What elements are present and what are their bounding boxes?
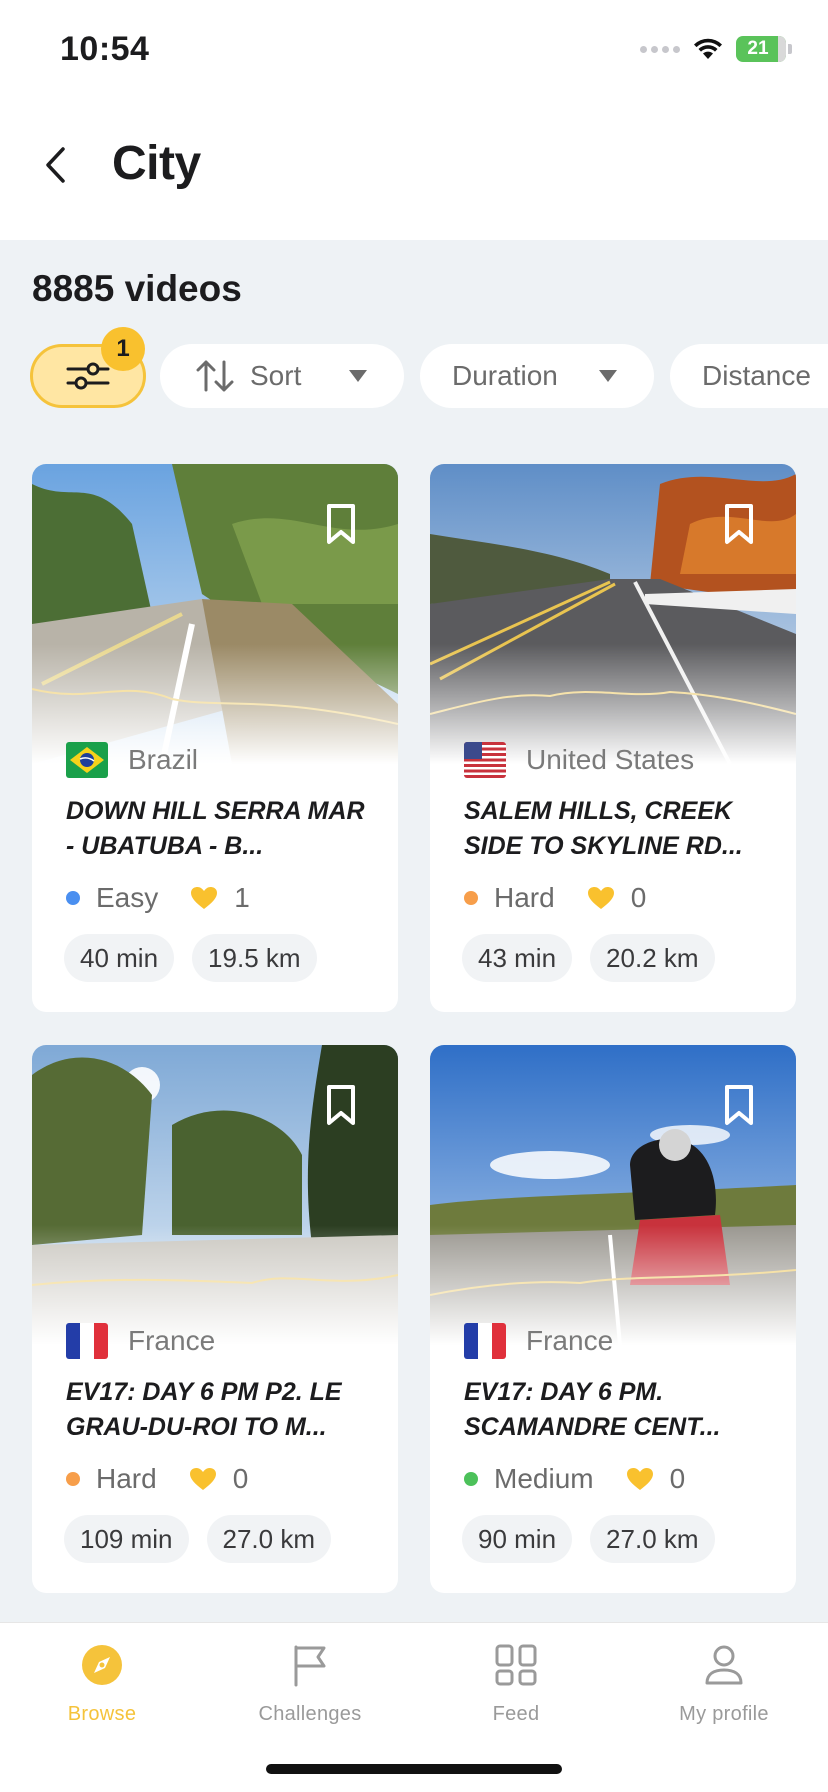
status-bar: 10:54 21: [0, 0, 828, 100]
likes-count: 0: [630, 882, 647, 913]
tab-label: My profile: [679, 1703, 769, 1725]
heart-icon: [189, 1468, 216, 1490]
distance-label: Distance: [702, 360, 811, 391]
country-row: France: [464, 1323, 613, 1359]
tab-challenges[interactable]: Challenges: [220, 1643, 400, 1743]
country-name: United States: [526, 744, 695, 775]
stats-pills: 43 min 20.2 km: [462, 934, 715, 982]
difficulty-dot: [464, 1472, 478, 1486]
difficulty-label: Hard: [494, 882, 555, 913]
country-name: France: [128, 1325, 216, 1356]
page-title: City: [112, 137, 201, 190]
duration-pill: 109 min: [64, 1515, 189, 1563]
difficulty-dot: [464, 891, 478, 905]
back-button[interactable]: [36, 140, 76, 190]
flag-france-icon: [464, 1323, 506, 1359]
page-header: City: [0, 100, 828, 240]
heart-icon: [587, 887, 614, 909]
country-name: France: [526, 1325, 614, 1356]
sort-dropdown[interactable]: Sort: [160, 344, 404, 408]
bookmark-icon[interactable]: [722, 502, 756, 548]
flag-usa-icon: [464, 742, 506, 778]
video-card[interactable]: United States SALEM HILLS, CREEK SIDE TO…: [430, 464, 796, 1012]
sort-label: Sort: [250, 360, 302, 391]
duration-label: Duration: [452, 360, 558, 391]
likes-count: 0: [669, 1463, 686, 1494]
cellular-signal-icon: [640, 45, 680, 53]
duration-dropdown[interactable]: Duration: [420, 344, 654, 408]
caret-down-icon: [349, 370, 367, 382]
distance-pill: 27.0 km: [206, 1515, 331, 1563]
tab-label: Feed: [492, 1703, 540, 1725]
distance-pill: 27.0 km: [590, 1515, 715, 1563]
chevron-left-icon: [46, 147, 65, 183]
flag-brazil-icon: [66, 742, 108, 778]
video-meta: Medium 0: [464, 1463, 685, 1495]
compass-icon: [82, 1645, 122, 1685]
video-thumbnail: [32, 1045, 398, 1345]
stats-pills: 109 min 27.0 km: [64, 1515, 331, 1563]
video-title: EV17: DAY 6 PM. SCAMANDRE CENT...: [464, 1378, 721, 1441]
tab-feed[interactable]: Feed: [426, 1643, 606, 1743]
battery-tip: [788, 44, 792, 54]
video-thumbnail: [430, 1045, 796, 1345]
battery-level: 21: [747, 38, 769, 59]
sliders-icon: [66, 362, 110, 390]
heart-icon: [191, 887, 218, 909]
video-thumbnail: [32, 464, 398, 764]
video-title: DOWN HILL SERRA MAR - UBATUBA - B...: [66, 797, 365, 860]
country-row: Brazil: [66, 742, 198, 778]
video-card[interactable]: Brazil DOWN HILL SERRA MAR - UBATUBA - B…: [32, 464, 398, 1012]
difficulty-dot: [66, 891, 80, 905]
flag-france-icon: [66, 1323, 108, 1359]
video-card[interactable]: France EV17: DAY 6 PM. SCAMANDRE CENT...…: [430, 1045, 796, 1593]
video-meta: Hard 0: [464, 882, 646, 914]
bookmark-icon[interactable]: [324, 1083, 358, 1129]
filter-chips-row: 1 Sort Duration Distance: [30, 327, 828, 408]
tab-browse[interactable]: Browse: [12, 1643, 192, 1743]
bookmark-icon[interactable]: [722, 1083, 756, 1129]
country-name: Brazil: [128, 744, 199, 775]
video-meta: Easy 1: [66, 882, 250, 914]
status-icons: 21: [640, 34, 792, 64]
tab-label: Challenges: [258, 1703, 362, 1725]
sort-arrows-icon: [196, 360, 234, 392]
bookmark-icon[interactable]: [324, 502, 358, 548]
grid-icon: [495, 1644, 537, 1686]
stats-pills: 90 min 27.0 km: [462, 1515, 715, 1563]
duration-pill: 40 min: [64, 934, 175, 982]
stats-pills: 40 min 19.5 km: [64, 934, 317, 982]
distance-pill: 20.2 km: [590, 934, 715, 982]
likes-count: 0: [232, 1463, 249, 1494]
country-row: France: [66, 1323, 215, 1359]
battery-indicator: 21: [736, 36, 786, 62]
tab-label: Browse: [67, 1703, 137, 1725]
difficulty-dot: [66, 1472, 80, 1486]
duration-pill: 43 min: [462, 934, 573, 982]
difficulty-label: Hard: [96, 1463, 157, 1494]
video-card[interactable]: France EV17: DAY 6 PM P2. LE GRAU-DU-ROI…: [32, 1045, 398, 1593]
likes-count: 1: [234, 882, 250, 913]
heart-icon: [626, 1468, 653, 1490]
country-row: United States: [464, 742, 694, 778]
wifi-icon: [694, 38, 722, 59]
distance-pill: 19.5 km: [192, 934, 317, 982]
distance-dropdown[interactable]: Distance: [670, 344, 828, 408]
caret-down-icon: [599, 370, 617, 382]
video-title: EV17: DAY 6 PM P2. LE GRAU-DU-ROI TO M..…: [66, 1378, 342, 1441]
flag-icon: [294, 1645, 326, 1687]
person-icon: [705, 1645, 743, 1685]
difficulty-label: Easy: [96, 882, 159, 913]
status-time: 10:54: [60, 30, 150, 68]
filter-button[interactable]: 1: [30, 327, 146, 408]
duration-pill: 90 min: [462, 1515, 573, 1563]
home-indicator: [266, 1764, 562, 1774]
video-count: 8885 videos: [32, 268, 242, 309]
video-thumbnail: [430, 464, 796, 764]
difficulty-label: Medium: [494, 1463, 594, 1494]
filter-count-badge: 1: [101, 327, 145, 371]
video-title: SALEM HILLS, CREEK SIDE TO SKYLINE RD...: [464, 797, 743, 860]
video-meta: Hard 0: [66, 1463, 248, 1495]
tab-my-profile[interactable]: My profile: [634, 1643, 814, 1743]
